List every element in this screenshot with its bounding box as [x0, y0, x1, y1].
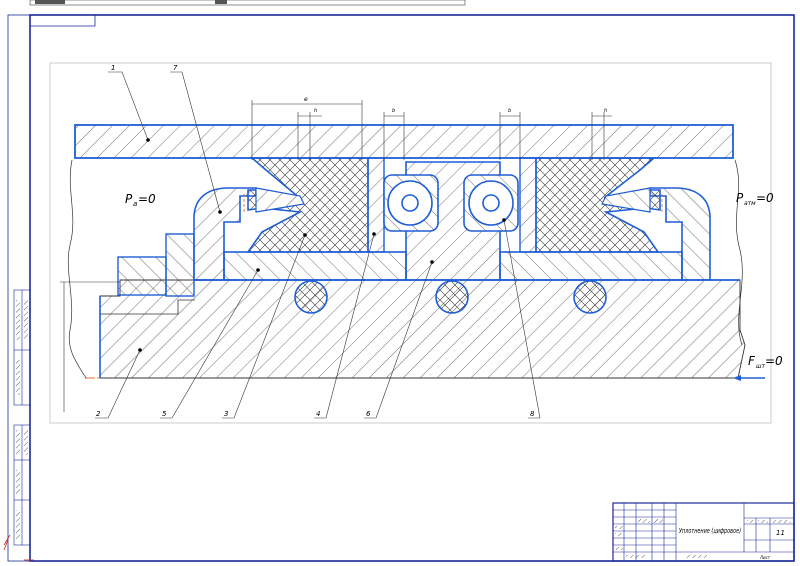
callout-5: 5 [162, 410, 167, 418]
plate-right [519, 157, 537, 253]
technical-drawing: e h b b h 1 7 2 5 3 4 6 8 P a =0 P атм =… [3, 0, 795, 562]
drawing-title: Уплотнение (цифровое) [679, 527, 741, 535]
callout-7: 7 [173, 64, 178, 72]
section-view [67, 124, 746, 379]
part-2-shaft [99, 279, 746, 379]
callout-2: 2 [96, 410, 101, 418]
part-4-plate [367, 157, 385, 253]
dim-b1: b [392, 108, 395, 114]
callout-8: 8 [530, 410, 535, 418]
svg-text:=0: =0 [765, 354, 783, 368]
left-margin-stamps [13, 289, 31, 546]
top-strip [29, 0, 466, 6]
svg-text:=0: =0 [756, 191, 774, 205]
callout-4: 4 [316, 410, 320, 418]
force-label: F шт =0 [748, 354, 783, 370]
dim-h2: h [604, 108, 607, 114]
sleeve-right [499, 251, 683, 281]
break-line-left [67, 159, 87, 379]
dimension-texts: e h b b h [304, 96, 607, 114]
svg-text:P: P [125, 192, 133, 206]
svg-text:a: a [133, 200, 137, 208]
nut-block-a [117, 256, 167, 296]
sheet-count: 11 [776, 529, 785, 537]
callout-6: 6 [366, 410, 371, 418]
svg-text:атм: атм [744, 200, 756, 207]
dim-b2: b [508, 108, 511, 114]
nut-block-b [165, 233, 195, 297]
svg-text:=0: =0 [138, 192, 156, 206]
o-ring-1 [294, 280, 328, 314]
callout-3: 3 [224, 410, 228, 418]
svg-text:F: F [748, 354, 756, 368]
callout-1: 1 [111, 64, 115, 72]
roller-inner-left [401, 194, 419, 212]
o-ring-3 [573, 280, 607, 314]
sheet-label: Лист [759, 555, 771, 560]
dim-h1: h [314, 108, 317, 114]
svg-text:P: P [736, 191, 744, 205]
roller-inner-right [482, 194, 500, 212]
part-5-sleeve [223, 251, 407, 281]
pressure-right-label: P атм =0 [736, 191, 774, 207]
pressure-left-label: P a =0 [125, 192, 156, 208]
o-ring-2 [435, 280, 469, 314]
dim-e: e [304, 96, 308, 103]
